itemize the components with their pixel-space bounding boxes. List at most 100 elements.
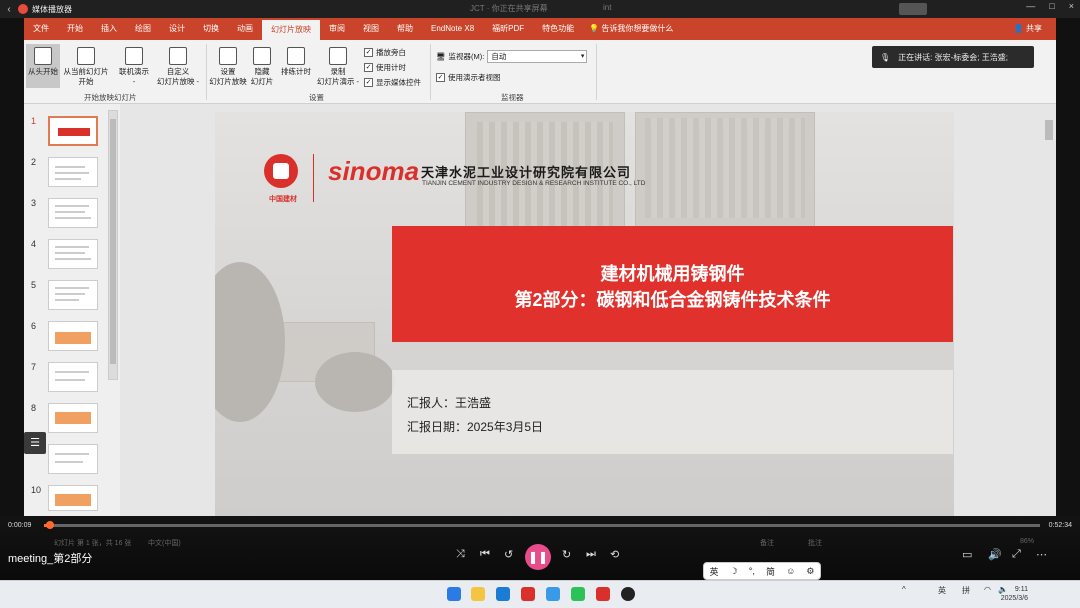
editor-area: 1 2 3 4 5 6 7 8 9 10 ☰ 中国建材 sinoma: [24, 104, 1056, 516]
custom-slideshow-button[interactable]: 自定义 幻灯片放映 -: [154, 44, 202, 88]
tab-animations[interactable]: 动画: [228, 18, 262, 40]
tab-help[interactable]: 帮助: [388, 18, 422, 40]
thumb-title-block: [58, 128, 90, 136]
thumb-number: 2: [31, 157, 37, 167]
seek-bar[interactable]: [44, 521, 1040, 529]
wps-writer-icon[interactable]: [596, 587, 610, 601]
wps-icon[interactable]: [521, 587, 535, 601]
wifi-icon[interactable]: ◠: [984, 585, 991, 594]
play-narrations-checkbox[interactable]: ✓ 播放旁白: [364, 47, 406, 58]
volume-icon[interactable]: 🔊: [988, 548, 1002, 561]
close-button[interactable]: ×: [1069, 1, 1074, 11]
tab-features[interactable]: 特色功能: [533, 18, 583, 40]
tab-foxit-pdf[interactable]: 福昕PDF: [483, 18, 533, 40]
fullscreen-icon[interactable]: ⤢: [1012, 548, 1021, 561]
group-label-setup: 设置: [309, 93, 324, 102]
tab-endnote[interactable]: EndNote X8: [422, 18, 483, 40]
tray-ime[interactable]: 拼: [962, 585, 970, 596]
show-media-controls-checkbox[interactable]: ✓ 显示媒体控件: [364, 77, 421, 88]
tray-language[interactable]: 英: [938, 585, 946, 596]
slide-thumbnail[interactable]: [48, 157, 98, 187]
back-arrow-icon[interactable]: ‹: [0, 4, 18, 15]
use-timings-checkbox[interactable]: ✓ 使用计时: [364, 62, 406, 73]
pause-button[interactable]: ❚❚: [525, 544, 551, 570]
system-clock[interactable]: 9:11 2025/3/6: [1001, 585, 1028, 603]
tab-insert[interactable]: 插入: [92, 18, 126, 40]
slide-thumbnail[interactable]: [48, 239, 98, 269]
scrollbar-thumb[interactable]: [110, 119, 116, 364]
maximize-button[interactable]: □: [1049, 1, 1054, 11]
setup-slideshow-button[interactable]: 设置 幻灯片放映: [208, 44, 248, 88]
thumbnail-scrollbar[interactable]: [108, 110, 118, 380]
ime-toolbar: 英 ☽ °, 简 ☺ ⚙: [703, 562, 821, 580]
share-button[interactable]: 👤 共享: [1014, 18, 1042, 40]
tab-draw[interactable]: 绘图: [126, 18, 160, 40]
rehearse-timings-button[interactable]: 排练计时: [278, 44, 314, 88]
slide-thumbnail[interactable]: [48, 116, 98, 146]
slide-thumbnail[interactable]: [48, 403, 98, 433]
tab-file[interactable]: 文件: [24, 18, 58, 40]
tab-review[interactable]: 审阅: [320, 18, 354, 40]
slide-thumbnail[interactable]: [48, 485, 98, 511]
browser-icon[interactable]: [496, 587, 510, 601]
thumb-number: 1: [31, 116, 37, 126]
next-icon[interactable]: ⏭: [586, 548, 596, 561]
moon-icon[interactable]: ☽: [730, 566, 738, 577]
monitor-selector: 🖥 监视器(M): 自动: [436, 50, 588, 63]
tab-slideshow[interactable]: 幻灯片放映: [262, 20, 320, 40]
tab-design[interactable]: 设计: [160, 18, 194, 40]
record-slideshow-button[interactable]: 录制 幻灯片演示 -: [316, 44, 360, 88]
emoji-icon[interactable]: ☺: [786, 566, 795, 576]
hide-slide-button[interactable]: 隐藏 幻灯片: [248, 44, 276, 88]
custom-show-icon: [169, 47, 187, 65]
ime-language-toggle[interactable]: 英: [710, 565, 719, 578]
settings-gear-icon[interactable]: ⚙: [806, 566, 814, 577]
company-name-en: TIANJIN CEMENT INDUSTRY DESIGN & RESEARC…: [422, 180, 646, 187]
media-player-icon[interactable]: [621, 587, 635, 601]
slide-thumbnail[interactable]: [48, 198, 98, 228]
file-explorer-icon[interactable]: [471, 587, 485, 601]
from-beginning-button[interactable]: 从头开始: [26, 44, 60, 88]
thumb-number: 10: [31, 485, 42, 495]
sinoma-brand: sinoma: [328, 156, 420, 186]
slide-thumbnail[interactable]: [48, 444, 98, 474]
window-controls: — □ ×: [1026, 1, 1074, 11]
scrollbar-thumb[interactable]: [1045, 120, 1053, 140]
slide-scrollbar[interactable]: [1044, 108, 1054, 504]
list-icon[interactable]: ☰: [24, 432, 46, 454]
speaking-indicator: 🎙 正在讲话: 张宏-标委会; 王浩盛;: [872, 46, 1034, 68]
stop-share-button[interactable]: [899, 3, 927, 15]
tab-view[interactable]: 视图: [354, 18, 388, 40]
tray-expand-icon[interactable]: ^: [902, 585, 906, 594]
start-icon[interactable]: [447, 587, 461, 601]
tell-me-search[interactable]: 💡 告诉我你想要做什么: [589, 18, 673, 40]
thumb-number: 8: [31, 403, 37, 413]
seek-knob[interactable]: [46, 521, 54, 529]
forward-icon[interactable]: ↻: [562, 548, 571, 561]
monitor-dropdown[interactable]: 自动: [487, 50, 588, 63]
miniplayer-icon[interactable]: ▭: [962, 548, 972, 561]
ime-simplified-toggle[interactable]: 简: [766, 565, 775, 578]
slide-thumbnail[interactable]: [48, 280, 98, 310]
from-current-slide-button[interactable]: 从当前幻灯片 开始: [62, 44, 110, 88]
wechat-icon[interactable]: [571, 587, 585, 601]
presenter-view-checkbox[interactable]: ✓ 使用演示者视图: [436, 72, 501, 83]
search-app-icon[interactable]: [546, 587, 560, 601]
present-online-button[interactable]: 联机演示 -: [114, 44, 154, 88]
reporter-name: 汇报人：王浩盛: [407, 396, 492, 410]
slide-canvas[interactable]: 中国建材 sinoma 天津水泥工业设计研究院有限公司 TIANJIN CEME…: [215, 112, 954, 516]
current-time: 0:00:09: [8, 522, 32, 529]
slide-thumbnail[interactable]: [48, 321, 98, 351]
thumb-number: 4: [31, 239, 37, 249]
shuffle-icon[interactable]: ⤨: [456, 548, 465, 561]
rewind-icon[interactable]: ↺: [504, 548, 513, 561]
minimize-button[interactable]: —: [1026, 1, 1035, 11]
repeat-icon[interactable]: ⟲: [610, 548, 619, 561]
present-online-icon: [125, 47, 143, 65]
slide-thumbnail[interactable]: [48, 362, 98, 392]
punctuation-icon[interactable]: °,: [749, 566, 755, 576]
tab-home[interactable]: 开始: [58, 18, 92, 40]
tab-transitions[interactable]: 切换: [194, 18, 228, 40]
previous-icon[interactable]: ⏮: [480, 548, 490, 561]
more-options-icon[interactable]: ⋯: [1036, 548, 1047, 561]
